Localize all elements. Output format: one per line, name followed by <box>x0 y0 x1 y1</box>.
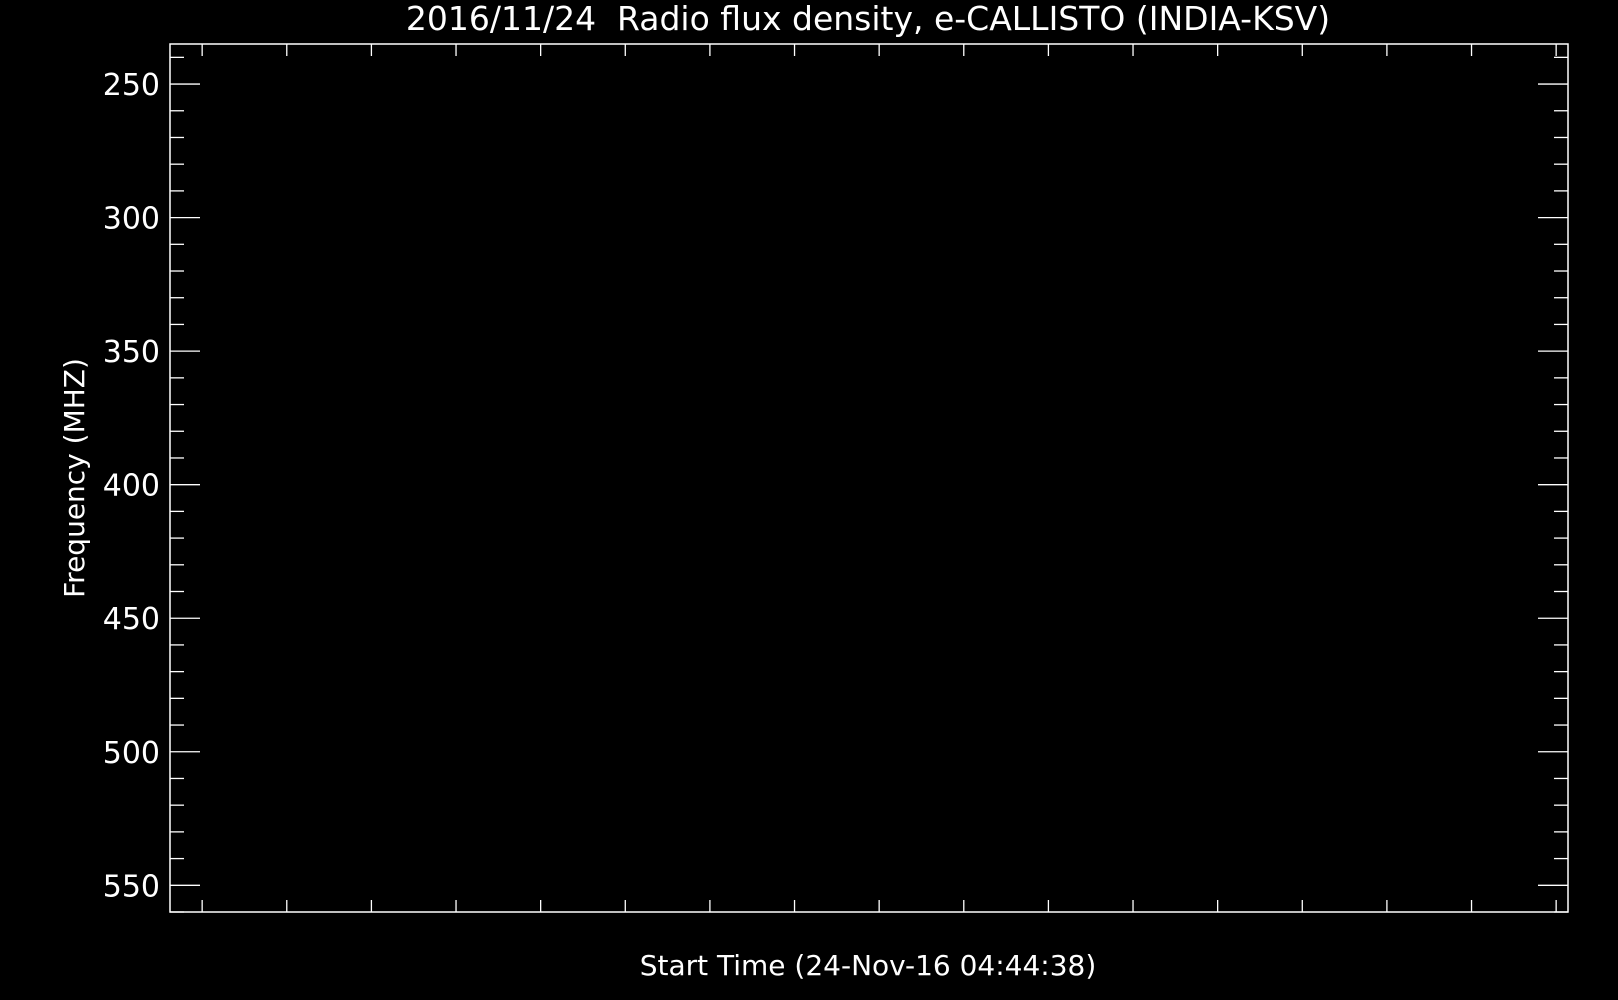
chart-title: 2016/11/24 Radio flux density, e-CALLIST… <box>406 0 1330 38</box>
spectrogram-chart: 2016/11/24 Radio flux density, e-CALLIST… <box>0 0 1618 1000</box>
y-tick-label: 300 <box>103 202 160 237</box>
y-tick-label: 350 <box>103 335 160 370</box>
y-tick-label: 450 <box>103 602 160 637</box>
y-tick-label: 250 <box>103 68 160 103</box>
y-axis-label: Frequency (MHZ) <box>58 358 91 598</box>
y-tick-label: 400 <box>103 469 160 504</box>
x-axis-label: Start Time (24-Nov-16 04:44:38) <box>640 949 1097 982</box>
y-tick-label: 550 <box>103 869 160 904</box>
y-tick-label: 500 <box>103 736 160 771</box>
